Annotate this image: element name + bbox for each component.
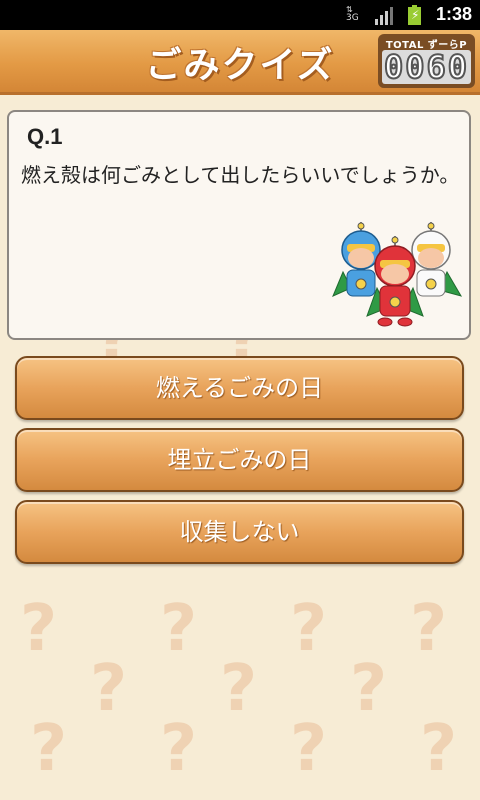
battery-charging-icon: ⚡	[408, 5, 421, 25]
clock: 1:38	[435, 4, 472, 24]
question-number: Q.1	[27, 124, 63, 149]
signal-strength-icon	[375, 7, 395, 25]
question-mark-decoration: ?	[20, 592, 58, 666]
network-type-indicator: ⇅ 3G	[346, 5, 359, 23]
question-mark-decoration: ?	[90, 652, 128, 726]
status-bar: ⇅ 3G ⚡ 1:38	[0, 0, 480, 30]
mascot-characters-illustration	[332, 222, 463, 327]
question-mark-decoration: ?	[30, 712, 68, 786]
question-text: 燃え殻は何ごみとして出したらいいでしょうか。	[21, 163, 460, 187]
question-mark-decoration: ?	[410, 592, 448, 666]
app-header: ごみクイズ TOTAL ずーらP 0060	[0, 30, 480, 95]
question-mark-decoration: ?	[220, 652, 258, 726]
question-mark-decoration: ?	[160, 712, 198, 786]
answer-button-3[interactable]: 収集しない	[15, 500, 464, 564]
question-mark-decoration: ?	[350, 652, 388, 726]
question-mark-decoration: ?	[160, 592, 198, 666]
question-card: Q.1 燃え殻は何ごみとして出したらいいでしょうか。	[7, 110, 471, 340]
total-points-display: TOTAL ずーらP 0060	[378, 34, 475, 88]
question-mark-decoration: ?	[290, 712, 328, 786]
answer-button-1[interactable]: 燃えるごみの日	[15, 356, 464, 420]
points-value: 0060	[382, 48, 471, 86]
question-mark-decoration: ?	[290, 592, 328, 666]
answer-button-2[interactable]: 埋立ごみの日	[15, 428, 464, 492]
question-mark-decoration: ?	[420, 712, 458, 786]
